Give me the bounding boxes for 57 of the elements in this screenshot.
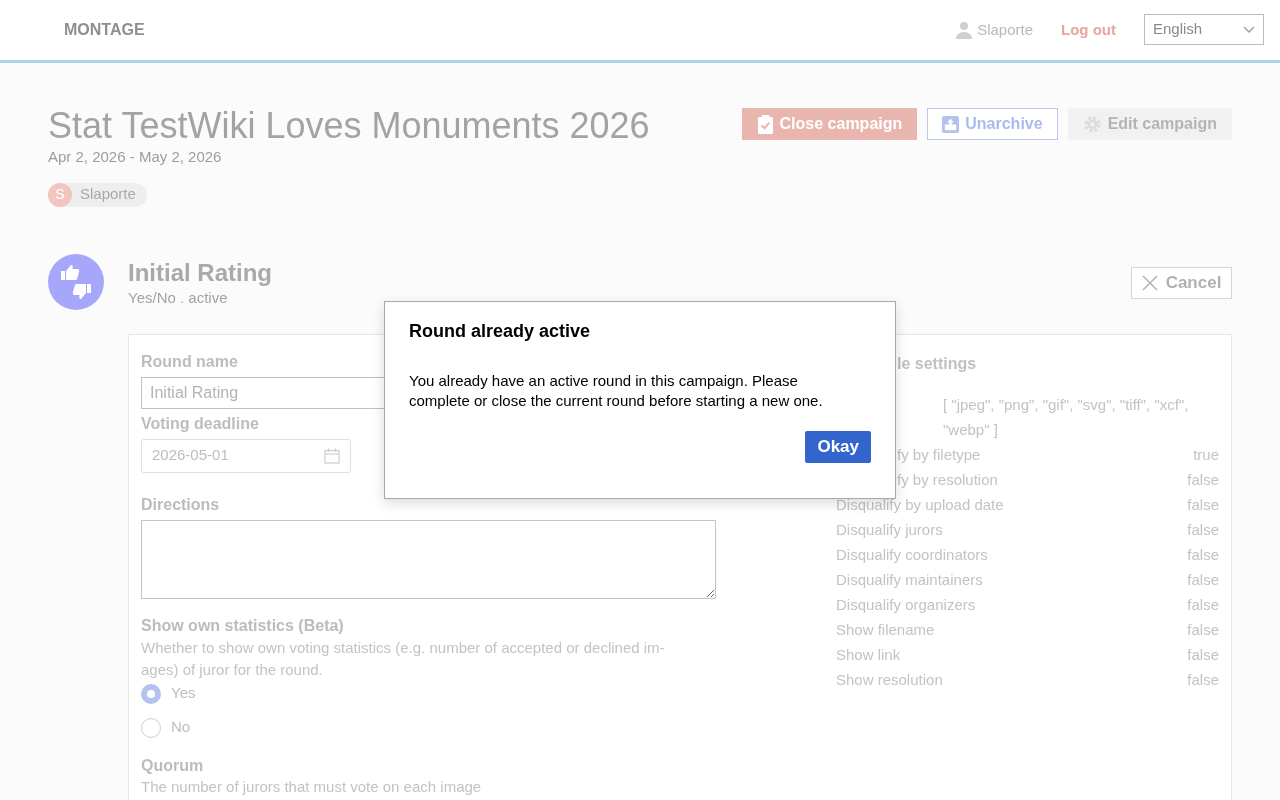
setting-value: false (1187, 519, 1219, 540)
setting-value: false (1187, 569, 1219, 590)
campaign-action-button[interactable]: Close campaign (741, 108, 918, 140)
round-subtitle: Yes/No . active (128, 287, 229, 308)
campaign-action-button[interactable]: Edit campaign (1067, 108, 1232, 140)
field-label: Quorum (141, 755, 205, 776)
radio-button[interactable] (141, 717, 161, 738)
calendar-icon (324, 447, 340, 464)
radio-button[interactable] (141, 683, 161, 704)
field-label: Directions (141, 494, 221, 515)
close-icon (1141, 274, 1158, 291)
dialog-title: Round already active (409, 320, 592, 343)
upload-box-icon (942, 115, 960, 133)
okay-button[interactable]: Okay (805, 431, 871, 463)
setting-value: true (1193, 444, 1219, 465)
setting-label: Disqualify by upload date (836, 494, 1004, 515)
setting-label: Disqualify organizers (836, 594, 976, 615)
field-description: The number of jurors that must vote on each image (141, 776, 483, 797)
setting-label: Disqualify jurors (836, 519, 943, 540)
settings-title: le settings (897, 353, 978, 374)
clipboard-check-icon (756, 114, 774, 134)
user-icon (955, 21, 974, 39)
setting-label: Show filename (836, 619, 935, 640)
cancel-button[interactable]: Cancel (1131, 266, 1232, 299)
coordinator-chip[interactable]: S Slaporte (48, 182, 147, 207)
chevron-down-icon (1243, 25, 1255, 34)
avatar: S (48, 182, 72, 207)
setting-label: Disqualify maintainers (836, 569, 983, 590)
setting-label: Show resolution (836, 669, 943, 690)
field-label: Round name (141, 351, 239, 372)
radio-option[interactable]: No (141, 710, 717, 745)
setting-value: false (1187, 619, 1219, 640)
field-label: Voting deadline (141, 413, 260, 434)
logout-link[interactable]: Log out (1061, 18, 1116, 42)
campaign-action-button[interactable]: Unarchive (927, 108, 1058, 140)
setting-label: fy by filetype (897, 444, 981, 465)
setting-label: Show link (836, 644, 901, 665)
setting-value: false (1187, 669, 1219, 690)
round-title: Initial Rating (128, 258, 272, 287)
campaign-title: Stat TestWiki Loves Monuments 2026 (48, 105, 650, 147)
directions-field[interactable] (141, 519, 716, 599)
setting-value: false (1187, 494, 1219, 515)
user-name[interactable]: Slaporte (977, 18, 1033, 42)
campaign-dates: Apr 2, 2026 - May 2, 2026 (48, 147, 223, 167)
setting-value: false (1187, 644, 1219, 665)
field-label: Show own statistics (Beta) (141, 615, 345, 636)
language-select[interactable]: English (1144, 14, 1264, 45)
setting-label: Disqualify coordinators (836, 544, 988, 565)
brand-name[interactable]: MONTAGE (64, 18, 145, 42)
setting-value: [ "jpeg", "png", "gif", "svg", "tiff", "xcf", "webp" ] (943, 394, 1190, 440)
setting-value: false (1187, 469, 1219, 490)
setting-label: fy by resolution (897, 469, 998, 490)
date-field[interactable]: 2026-05-01 (141, 438, 351, 473)
field-description: Whether to show own voting statistics (e.g. number of accepted or declined im-ages) of juror for the round. (141, 637, 666, 680)
setting-value: false (1187, 594, 1219, 615)
dialog-message: You already have an active round in this campaign. Please complete or close the current round before starting a new one. (409, 371, 824, 411)
setting-value: false (1187, 544, 1219, 565)
